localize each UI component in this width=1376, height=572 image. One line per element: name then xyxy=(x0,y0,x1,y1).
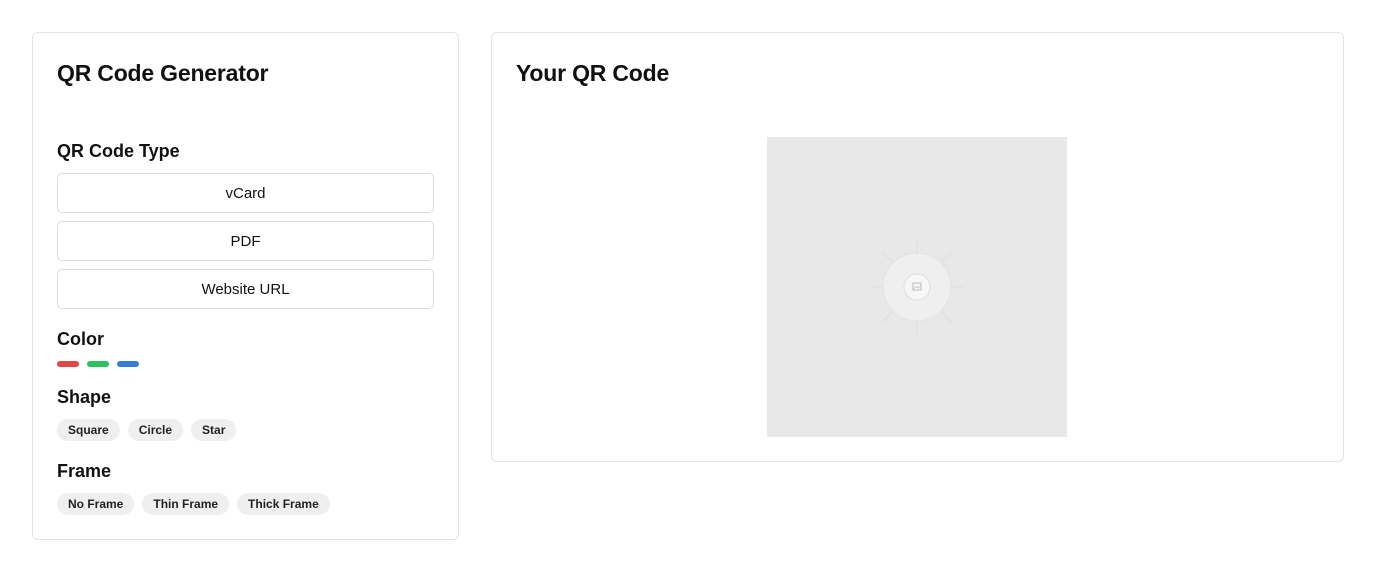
shape-option-star[interactable]: Star xyxy=(191,419,237,441)
frame-option-none[interactable]: No Frame xyxy=(57,493,135,515)
shape-label: Shape xyxy=(57,387,112,407)
color-label: Color xyxy=(57,329,104,349)
frame-label: Frame xyxy=(57,461,112,481)
frame-options: No Frame Thin Frame Thick Frame xyxy=(57,493,330,515)
frame-option-thin[interactable]: Thin Frame xyxy=(142,493,230,515)
preview-title: Your QR Code xyxy=(516,60,670,86)
type-option-vcard[interactable]: vCard xyxy=(57,173,434,213)
generator-title: QR Code Generator xyxy=(57,60,269,86)
color-swatch-green[interactable] xyxy=(87,361,109,367)
generator-panel: QR Code Generator QR Code Type vCard PDF… xyxy=(32,32,459,540)
frame-option-thick[interactable]: Thick Frame xyxy=(237,493,330,515)
type-option-website-url[interactable]: Website URL xyxy=(57,269,434,309)
qr-code-image xyxy=(767,137,1067,437)
shape-option-square[interactable]: Square xyxy=(57,419,120,441)
color-swatch-blue[interactable] xyxy=(117,361,139,367)
type-option-pdf[interactable]: PDF xyxy=(57,221,434,261)
color-swatch-red[interactable] xyxy=(57,361,79,367)
image-placeholder-icon xyxy=(871,241,963,333)
color-swatches xyxy=(57,361,139,367)
shape-options: Square Circle Star xyxy=(57,419,237,441)
preview-panel: Your QR Code xyxy=(491,32,1344,462)
qr-type-label: QR Code Type xyxy=(57,141,180,161)
shape-option-circle[interactable]: Circle xyxy=(127,419,184,441)
